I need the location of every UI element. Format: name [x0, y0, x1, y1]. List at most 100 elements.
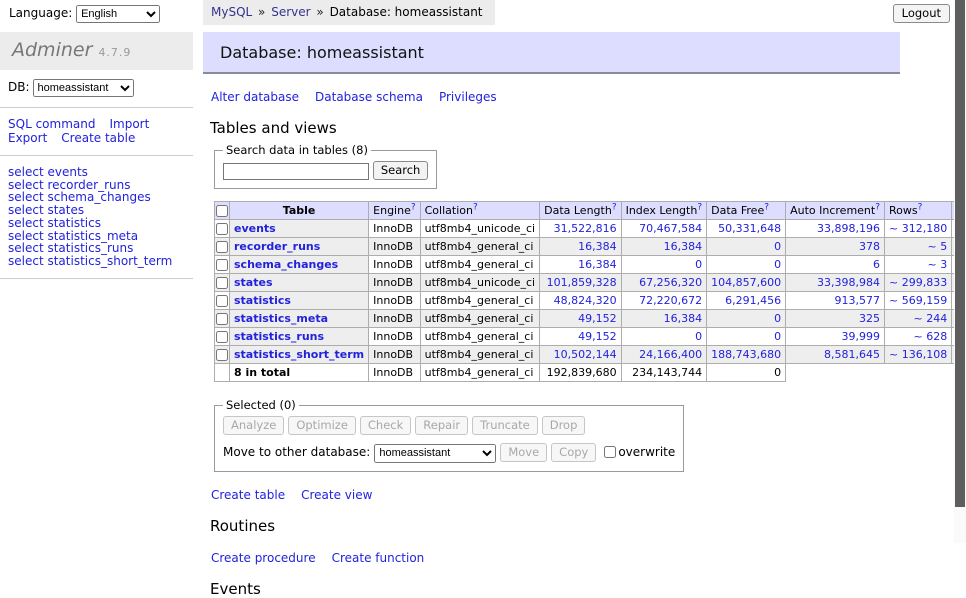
index_length-link[interactable]: 16,384: [664, 240, 703, 253]
index_length-link[interactable]: 70,467,584: [639, 222, 702, 235]
row-checkbox[interactable]: [216, 277, 228, 289]
row-checkbox[interactable]: [216, 223, 228, 235]
data_free-link[interactable]: 0: [774, 240, 781, 253]
data_free-link[interactable]: 6,291,456: [725, 294, 781, 307]
rows-link[interactable]: ~ 628: [913, 330, 947, 343]
sidebar-select-states[interactable]: select states: [8, 204, 193, 217]
search-input[interactable]: [223, 163, 369, 180]
db-action-links-database-schema[interactable]: Database schema: [315, 90, 423, 104]
row-checkbox[interactable]: [216, 259, 228, 271]
table-link-statistics_runs[interactable]: statistics_runs: [234, 330, 324, 343]
table-link-schema_changes[interactable]: schema_changes: [234, 258, 338, 271]
data_free-link[interactable]: 0: [774, 312, 781, 325]
optimize-button[interactable]: Optimize: [288, 416, 356, 435]
table-link-statistics_short_term[interactable]: statistics_short_term: [234, 348, 364, 361]
data_length-link[interactable]: 16,384: [578, 240, 617, 253]
auto_increment-link[interactable]: 913,577: [835, 294, 881, 307]
row-checkbox[interactable]: [216, 313, 228, 325]
auto_increment-link[interactable]: 33,898,196: [817, 222, 880, 235]
routine-links-create-procedure[interactable]: Create procedure: [211, 551, 316, 565]
index_length-link[interactable]: 67,256,320: [639, 276, 702, 289]
breadcrumb-host-link[interactable]: MySQL: [211, 5, 252, 19]
data_length-link[interactable]: 16,384: [578, 258, 617, 271]
index_length-link[interactable]: 24,166,400: [639, 348, 702, 361]
row-checkbox[interactable]: [216, 295, 228, 307]
row-checkbox[interactable]: [216, 331, 228, 343]
sidebar-select-statistics_short_term[interactable]: select statistics_short_term: [8, 255, 193, 268]
index_length-link[interactable]: 0: [695, 258, 702, 271]
rows-link[interactable]: ~ 312,180: [889, 222, 947, 235]
copy-button[interactable]: Copy: [551, 443, 596, 462]
rows-link[interactable]: ~ 3: [927, 258, 947, 271]
rows-link[interactable]: ~ 299,833: [889, 276, 947, 289]
sidebar-select-statistics[interactable]: select statistics: [8, 217, 193, 230]
logout-button[interactable]: Logout: [893, 4, 950, 23]
data_length-link[interactable]: 49,152: [578, 312, 617, 325]
db-select[interactable]: homeassistant: [33, 79, 134, 97]
data_length-link[interactable]: 49,152: [578, 330, 617, 343]
data_free-link[interactable]: 188,743,680: [711, 348, 781, 361]
table-link-events[interactable]: events: [234, 222, 276, 235]
rows-link[interactable]: ~ 569,159: [889, 294, 947, 307]
move-button[interactable]: Move: [500, 443, 547, 462]
data_length-cell: 16,384: [540, 256, 621, 274]
auto_increment-link[interactable]: 33,398,984: [817, 276, 880, 289]
data_free-link[interactable]: 50,331,648: [718, 222, 781, 235]
repair-button[interactable]: Repair: [415, 416, 468, 435]
table-link-states[interactable]: states: [234, 276, 273, 289]
check-button[interactable]: Check: [360, 416, 411, 435]
data_length-link[interactable]: 31,522,816: [554, 222, 617, 235]
rows-link[interactable]: ~ 5: [927, 240, 947, 253]
help-link[interactable]: ?: [875, 202, 880, 212]
index_length-link[interactable]: 16,384: [664, 312, 703, 325]
move-db-select[interactable]: homeassistant: [374, 444, 496, 463]
rows-link[interactable]: ~ 244: [913, 312, 947, 325]
routine-links-create-function[interactable]: Create function: [332, 551, 425, 565]
row-checkbox[interactable]: [216, 349, 228, 361]
drop-button[interactable]: Drop: [542, 416, 586, 435]
help-link[interactable]: ?: [764, 202, 769, 212]
row-checkbox[interactable]: [216, 241, 228, 253]
table-link-statistics[interactable]: statistics: [234, 294, 291, 307]
data_free-link[interactable]: 104,857,600: [711, 276, 781, 289]
data_free-link[interactable]: 0: [774, 330, 781, 343]
auto_increment-link[interactable]: 378: [859, 240, 880, 253]
index_length-link[interactable]: 72,220,672: [639, 294, 702, 307]
analyze-button[interactable]: Analyze: [223, 416, 284, 435]
auto_increment-link[interactable]: 325: [859, 312, 880, 325]
table-link-statistics_meta[interactable]: statistics_meta: [234, 312, 328, 325]
db-action-links-alter-database[interactable]: Alter database: [211, 90, 299, 104]
create-links-create-view[interactable]: Create view: [301, 488, 372, 502]
truncate-button[interactable]: Truncate: [472, 416, 538, 435]
data_length-link[interactable]: 10,502,144: [554, 348, 617, 361]
scrollbar[interactable]: [954, 0, 966, 543]
help-link[interactable]: ?: [473, 202, 478, 212]
auto_increment-link[interactable]: 39,999: [842, 330, 881, 343]
auto_increment-link[interactable]: 6: [873, 258, 880, 271]
sidebar-action-import[interactable]: Import: [109, 117, 149, 131]
search-button[interactable]: Search: [373, 161, 429, 180]
help-link[interactable]: ?: [697, 202, 702, 212]
sidebar-action-export[interactable]: Export: [8, 131, 47, 145]
overwrite-checkbox[interactable]: [604, 446, 616, 458]
select-all-checkbox[interactable]: [216, 205, 228, 217]
sidebar-select-events[interactable]: select events: [8, 166, 193, 179]
create-links-create-table[interactable]: Create table: [211, 488, 285, 502]
scrollbar-thumb[interactable]: [955, 0, 965, 507]
auto_increment-cell: 378: [786, 238, 885, 256]
table-name-cell: events: [230, 220, 369, 238]
sidebar-action-sql-command[interactable]: SQL command: [8, 117, 95, 131]
breadcrumb-server-link[interactable]: Server: [271, 5, 310, 19]
table-link-recorder_runs[interactable]: recorder_runs: [234, 240, 320, 253]
index_length-link[interactable]: 0: [695, 330, 702, 343]
data_length-link[interactable]: 48,824,320: [554, 294, 617, 307]
rows-link[interactable]: ~ 136,108: [889, 348, 947, 361]
auto_increment-link[interactable]: 8,581,645: [824, 348, 880, 361]
db-action-links-privileges[interactable]: Privileges: [439, 90, 497, 104]
help-link[interactable]: ?: [612, 202, 617, 212]
help-link[interactable]: ?: [411, 202, 416, 212]
data_free-link[interactable]: 0: [774, 258, 781, 271]
data_length-link[interactable]: 101,859,328: [547, 276, 617, 289]
sidebar-action-create-table[interactable]: Create table: [61, 131, 135, 145]
help-link[interactable]: ?: [918, 202, 923, 212]
